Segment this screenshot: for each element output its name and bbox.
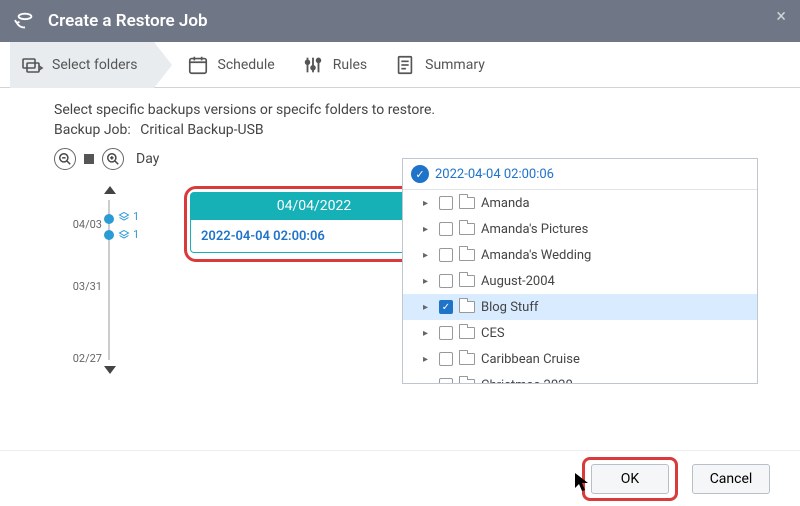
version-date: 04/04/2022	[190, 192, 438, 220]
backup-job-line: Backup Job: Critical Backup-USB	[54, 122, 770, 138]
tree-header-ts: 2022-04-04 02:00:06	[435, 167, 554, 182]
checkbox[interactable]	[439, 326, 453, 340]
restore-job-dialog: Create a Restore Job × Select folders Sc…	[0, 0, 800, 506]
tree-item[interactable]: ▸ Christmas 2020	[403, 372, 757, 383]
ok-button[interactable]: OK	[591, 464, 669, 494]
tab-summary[interactable]: Summary	[383, 42, 501, 88]
checkbox[interactable]	[439, 248, 453, 262]
chevron-right-icon: ▸	[423, 328, 433, 339]
version-row[interactable]: 2022-04-04 02:00:06 ✓	[190, 220, 438, 253]
tree-item-label: CES	[481, 326, 505, 341]
tab-label: Rules	[333, 57, 367, 73]
checkbox[interactable]	[439, 274, 453, 288]
layers-icon	[118, 211, 130, 223]
tab-select-folders[interactable]: Select folders	[10, 42, 154, 88]
document-icon	[393, 53, 417, 77]
zoom-in-button[interactable]	[102, 148, 124, 170]
ok-highlight: OK	[582, 457, 678, 501]
folder-icon	[459, 197, 475, 209]
cursor-icon	[574, 472, 590, 492]
timeline-point[interactable]	[104, 230, 114, 240]
folder-tree-panel: ✓ 2022-04-04 02:00:06 ▸ Amanda ▸ Amanda's P…	[402, 158, 758, 384]
calendar-icon	[186, 53, 210, 77]
tree-item[interactable]: ▸ Amanda's Wedding	[403, 242, 757, 268]
tree-item-label: Amanda's Wedding	[481, 248, 591, 263]
tree-item[interactable]: ▸ CES	[403, 320, 757, 346]
timeline-badge: 1	[118, 228, 139, 241]
timeline-date: 03/31	[60, 280, 102, 293]
instruction-text: Select specific backups versions or spec…	[54, 102, 770, 118]
timeline-date: 02/27	[60, 352, 102, 365]
layers-icon	[118, 229, 130, 241]
timeline-track: 04/03 1 1 03/31 02/27	[54, 200, 144, 360]
timeline-axis	[108, 200, 110, 360]
backup-job-label: Backup Job:	[54, 122, 131, 138]
titlebar: Create a Restore Job ×	[0, 0, 800, 42]
tree-header[interactable]: ✓ 2022-04-04 02:00:06	[403, 159, 757, 190]
chevron-right-icon: ▸	[423, 354, 433, 365]
tree-item-label: Caribbean Cruise	[481, 352, 580, 367]
dialog-footer: OK Cancel	[0, 450, 800, 506]
tree-item[interactable]: ▸ Amanda	[403, 190, 757, 216]
chevron-right-icon: ▸	[423, 276, 433, 287]
check-icon: ✓	[411, 165, 429, 183]
tree-item[interactable]: ▸ Amanda's Pictures	[403, 216, 757, 242]
timeline-badge: 1	[118, 210, 139, 223]
tree-item-label: Amanda's Pictures	[481, 222, 588, 237]
checkbox[interactable]: ✓	[439, 300, 453, 314]
zoom-reset-button[interactable]	[84, 154, 94, 164]
timeline-scroll-down[interactable]	[104, 366, 116, 374]
chevron-right-icon: ▸	[423, 198, 433, 209]
zoom-out-button[interactable]	[54, 148, 76, 170]
timeline-point[interactable]	[104, 214, 114, 224]
chevron-right-icon: ▸	[423, 224, 433, 235]
checkbox[interactable]	[439, 222, 453, 236]
restore-icon	[14, 10, 36, 32]
version-timestamp: 2022-04-04 02:00:06	[201, 229, 325, 244]
content-area: Select specific backups versions or spec…	[0, 88, 800, 450]
tree-list: ▸ Amanda ▸ Amanda's Pictures ▸ Amanda's Weddi…	[403, 190, 757, 383]
tree-item-label: Amanda	[481, 196, 530, 211]
folder-icon	[459, 327, 475, 339]
tab-label: Select folders	[52, 57, 138, 73]
folder-icon	[459, 301, 475, 313]
folder-icon	[459, 379, 475, 383]
tab-rules[interactable]: Rules	[291, 42, 383, 88]
timeline-scroll-up[interactable]	[104, 186, 116, 194]
wizard-tabs: Select folders Schedule Rules	[0, 42, 800, 88]
sliders-icon	[301, 53, 325, 77]
cancel-button[interactable]: Cancel	[692, 464, 770, 494]
dialog-title: Create a Restore Job	[48, 11, 208, 31]
folder-icon	[459, 275, 475, 287]
tree-item-label: Christmas 2020	[481, 378, 573, 384]
tree-item[interactable]: ▸ August-2004	[403, 268, 757, 294]
checkbox[interactable]	[439, 196, 453, 210]
folders-icon	[20, 53, 44, 77]
timeline: 04/03 1 1 03/31 02/27	[54, 180, 144, 420]
tree-item-label: Blog Stuff	[481, 300, 538, 315]
checkbox[interactable]	[439, 352, 453, 366]
folder-icon	[459, 223, 475, 235]
tab-schedule[interactable]: Schedule	[176, 42, 291, 88]
folder-icon	[459, 353, 475, 365]
chevron-right-icon: ▸	[423, 380, 433, 384]
backup-job-name: Critical Backup-USB	[140, 122, 263, 138]
tab-label: Summary	[425, 57, 485, 73]
close-icon[interactable]: ×	[776, 6, 786, 27]
folder-icon	[459, 249, 475, 261]
zoom-level-label: Day	[136, 151, 159, 167]
body-split: 04/03 1 1 03/31 02/27 0	[54, 180, 770, 420]
chevron-right-icon: ▸	[423, 250, 433, 261]
tree-item-label: August-2004	[481, 274, 555, 289]
tree-item[interactable]: ▸ Caribbean Cruise	[403, 346, 757, 372]
chevron-right-icon: ▸	[423, 302, 433, 313]
timeline-date: 04/03	[60, 218, 102, 231]
tree-item[interactable]: ▸ ✓ Blog Stuff	[403, 294, 757, 320]
tab-label: Schedule	[218, 57, 275, 73]
checkbox[interactable]	[439, 378, 453, 383]
